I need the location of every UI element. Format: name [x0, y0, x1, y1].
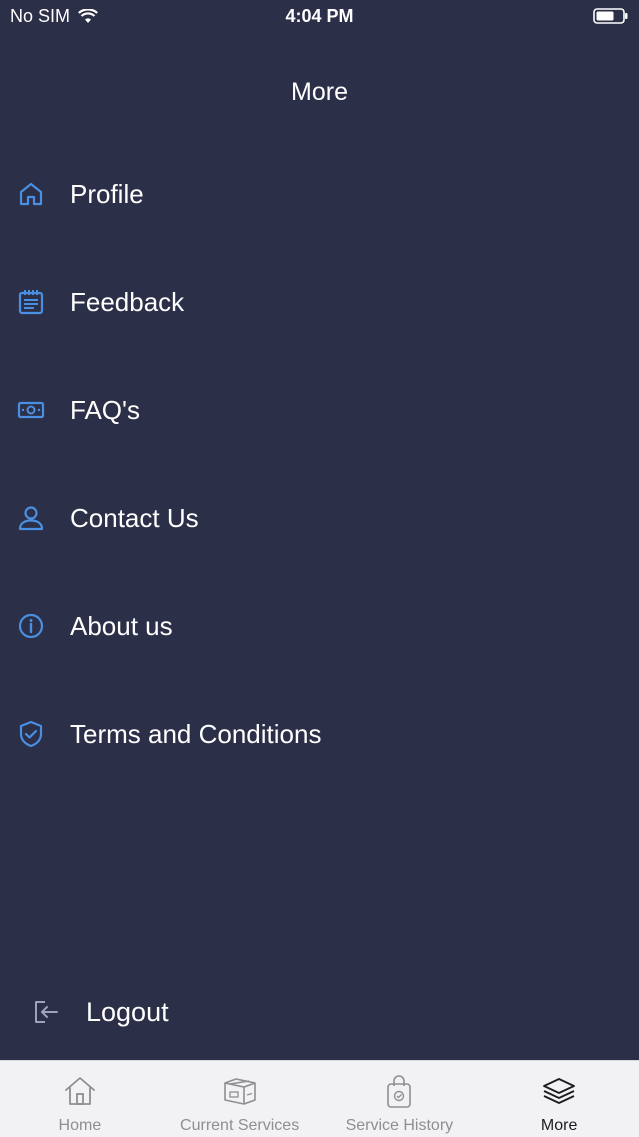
page-title: More [291, 78, 348, 106]
tab-current-services[interactable]: Current Services [160, 1061, 320, 1137]
menu-item-label: About us [70, 610, 173, 641]
menu-item-terms[interactable]: Terms and Conditions [0, 704, 639, 764]
logout-label: Logout [86, 996, 169, 1027]
menu-item-label: Feedback [70, 286, 185, 317]
menu-item-faqs[interactable]: FAQ's [0, 380, 639, 440]
tab-label: Current Services [180, 1117, 300, 1134]
logout-button[interactable]: Logout [0, 982, 639, 1042]
tab-label: Service History [345, 1117, 454, 1134]
menu-item-label: FAQ's [70, 394, 140, 425]
home-icon [64, 1077, 95, 1105]
status-bar: No SIM 4:04 PM [0, 0, 639, 34]
money-icon [17, 396, 45, 424]
battery-icon [593, 8, 628, 24]
notepad-icon [17, 288, 45, 316]
box-icon [223, 1078, 256, 1105]
tab-bar: Home Current Services Service History Mo… [0, 1060, 639, 1137]
tab-home[interactable]: Home [0, 1061, 160, 1137]
home-icon [17, 180, 45, 208]
tab-label: More [540, 1117, 578, 1134]
menu-item-label: Profile [70, 178, 144, 209]
menu-item-contact-us[interactable]: Contact Us [0, 488, 639, 548]
menu-item-label: Terms and Conditions [70, 718, 322, 749]
menu-item-feedback[interactable]: Feedback [0, 272, 639, 332]
logout-icon [35, 1001, 58, 1023]
layers-icon [543, 1078, 576, 1104]
tab-more[interactable]: More [479, 1061, 639, 1137]
bag-icon [387, 1075, 412, 1108]
user-icon [17, 504, 45, 532]
info-icon [17, 612, 45, 640]
tab-service-history[interactable]: Service History [320, 1061, 480, 1137]
shield-check-icon [17, 720, 45, 748]
menu-item-about-us[interactable]: About us [0, 596, 639, 656]
menu-item-profile[interactable]: Profile [0, 164, 639, 224]
tab-label: Home [58, 1117, 102, 1134]
menu-item-label: Contact Us [70, 502, 199, 533]
status-time: 4:04 PM [285, 6, 354, 26]
